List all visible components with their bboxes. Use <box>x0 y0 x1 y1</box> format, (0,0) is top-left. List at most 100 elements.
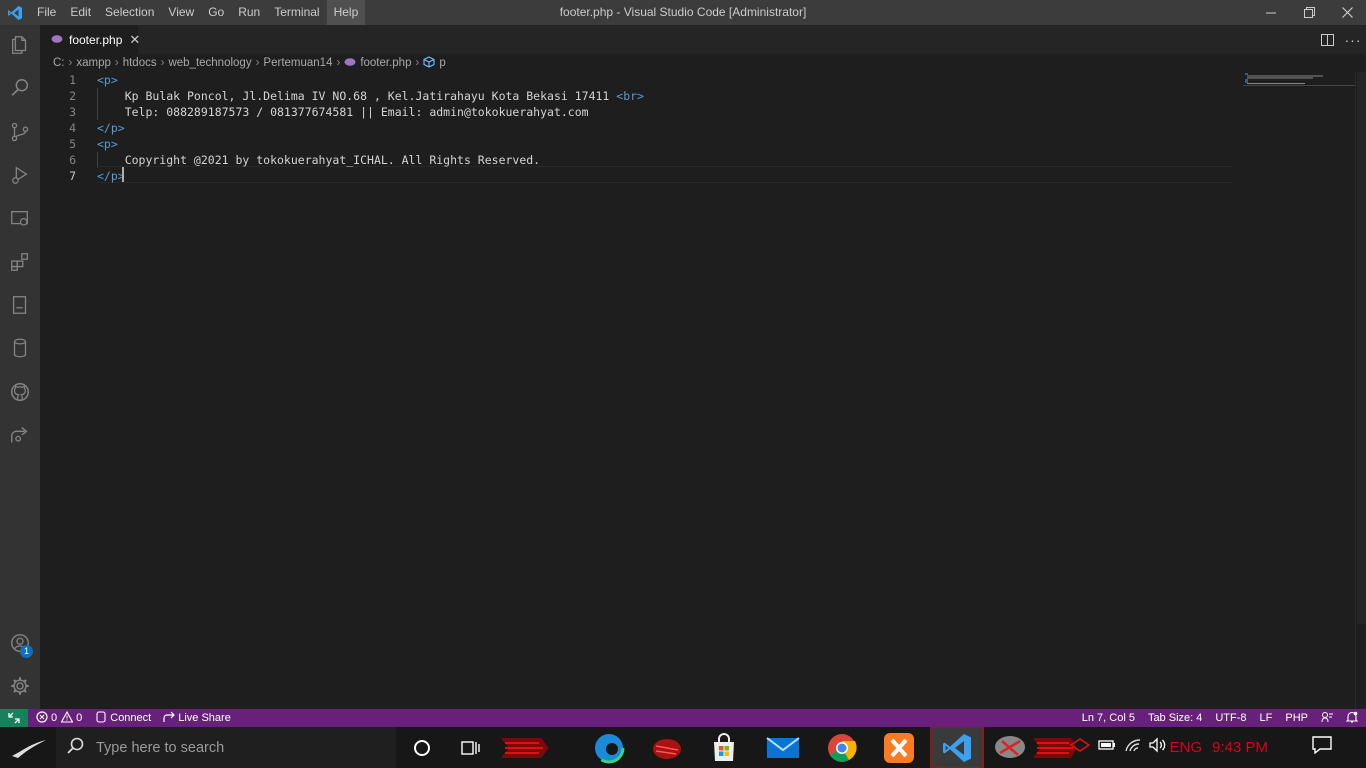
menu-item-edit[interactable]: Edit <box>63 0 98 25</box>
snipping-tool-icon[interactable] <box>987 727 1033 768</box>
error-count: 0 <box>51 712 58 724</box>
tab-size[interactable]: Tab Size: 4 <box>1148 712 1202 724</box>
source-control-icon[interactable] <box>0 112 40 152</box>
breadcrumb-item[interactable]: p <box>439 57 445 69</box>
chrome-browser-icon[interactable] <box>820 727 864 768</box>
breadcrumb: C: › xampp › htdocs › web_technology › Pertemuan… <box>40 54 1366 72</box>
run-debug-icon[interactable] <box>0 155 40 195</box>
edge-browser-icon[interactable] <box>587 727 631 768</box>
book-icon[interactable] <box>0 285 40 325</box>
xampp-icon[interactable] <box>877 727 921 768</box>
cursor-position[interactable]: Ln 7, Col 5 <box>1082 712 1135 724</box>
remote-explorer-icon[interactable] <box>0 199 40 239</box>
search-icon[interactable] <box>0 68 40 108</box>
volume-icon[interactable] <box>1148 737 1166 758</box>
live-share-icon[interactable] <box>0 415 40 455</box>
code-line[interactable]: <p> <box>97 72 118 88</box>
split-editor-icon[interactable] <box>1314 33 1340 46</box>
minimize-icon[interactable] <box>1252 0 1290 25</box>
rog-tray-icon[interactable] <box>1069 737 1091 758</box>
breadcrumb-item[interactable]: xampp <box>76 57 111 69</box>
accounts-icon[interactable]: 1 <box>0 623 40 663</box>
database-icon[interactable] <box>0 328 40 368</box>
code-line[interactable]: Kp Bulak Poncol, Jl.Delima IV NO.68 , Ke… <box>97 88 644 104</box>
action-center-icon[interactable] <box>1312 736 1332 759</box>
feedback-icon[interactable] <box>1321 711 1333 726</box>
breadcrumb-item[interactable]: htdocs <box>123 57 157 69</box>
menu-item-selection[interactable]: Selection <box>98 0 161 25</box>
menu-item-file[interactable]: File <box>30 0 63 25</box>
taskbar-search-box[interactable]: Type here to search <box>56 727 396 768</box>
more-actions-icon[interactable]: ··· <box>1340 32 1366 48</box>
wifi-icon[interactable] <box>1124 737 1142 758</box>
breadcrumb-item[interactable]: web_technology <box>168 57 251 69</box>
code-line[interactable]: Copyright @2021 by tokokuerahyat_ICHAL. … <box>97 152 540 168</box>
code-line[interactable]: <p> <box>97 136 118 152</box>
line-number: 6 <box>69 153 76 167</box>
minimap[interactable] <box>1243 72 1355 92</box>
code-line[interactable]: </p> <box>97 120 125 136</box>
breadcrumb-item[interactable]: Pertemuan14 <box>263 57 332 69</box>
input-language[interactable]: ENG <box>1170 739 1203 756</box>
encoding[interactable]: UTF-8 <box>1215 712 1246 724</box>
restore-icon[interactable] <box>1290 0 1328 25</box>
cortana-icon[interactable] <box>405 727 439 768</box>
clock[interactable]: 9:43 PM <box>1212 739 1268 756</box>
editor[interactable]: 1 2 3 4 5 6 7 <p> Kp Bulak Poncol, Jl.Delima I… <box>40 72 1356 709</box>
language-mode[interactable]: PHP <box>1285 712 1308 724</box>
warning-count: 0 <box>76 712 83 724</box>
menu-item-view[interactable]: View <box>161 0 201 25</box>
vertical-scrollbar[interactable] <box>1355 72 1366 709</box>
remote-indicator-icon[interactable] <box>0 709 28 727</box>
extensions-icon[interactable] <box>0 242 40 282</box>
text-token: Telp: 088289187573 / 081377674581 || Ema… <box>97 105 589 119</box>
problems-indicator[interactable]: 0 0 <box>36 710 83 726</box>
mail-icon[interactable] <box>761 727 805 768</box>
notifications-icon[interactable] <box>1345 711 1359 726</box>
connect-label: Connect <box>110 712 152 724</box>
search-magnifier-icon <box>66 737 84 759</box>
line-number: 1 <box>69 73 76 87</box>
menu-item-go[interactable]: Go <box>201 0 231 25</box>
connect-button[interactable]: Connect <box>96 710 152 726</box>
breadcrumb-separator: › <box>68 57 73 69</box>
breadcrumb-separator: › <box>336 57 341 69</box>
code-line[interactable]: </p> <box>97 168 125 184</box>
vscode-taskbar-icon[interactable] <box>930 727 984 768</box>
live-share-button[interactable]: Live Share <box>163 711 231 726</box>
vscode-logo-icon <box>0 0 30 25</box>
error-icon <box>36 710 48 726</box>
code-line[interactable]: Telp: 088289187573 / 081377674581 || Ema… <box>97 104 589 120</box>
close-tab-icon[interactable]: ✕ <box>129 32 140 48</box>
explorer-icon[interactable] <box>0 25 40 65</box>
tab-footer-php[interactable]: footer.php ✕ <box>40 25 140 54</box>
tab-label: footer.php <box>69 32 123 47</box>
microsoft-store-icon[interactable] <box>702 727 746 768</box>
html-tag-token: <br> <box>616 89 644 103</box>
breadcrumb-item[interactable]: C: <box>53 57 65 69</box>
end-of-line[interactable]: LF <box>1260 712 1273 724</box>
breadcrumb-item[interactable]: footer.php <box>360 57 411 69</box>
battery-icon[interactable] <box>1097 738 1116 757</box>
php-file-icon <box>344 57 360 70</box>
task-view-icon[interactable] <box>453 727 487 768</box>
symbol-element-icon <box>423 55 439 71</box>
html-tag-token: <p> <box>97 73 118 87</box>
line-number: 5 <box>69 137 76 151</box>
php-file-icon <box>51 33 63 47</box>
live-share-label: Live Share <box>178 712 231 724</box>
settings-gear-icon[interactable] <box>0 666 40 706</box>
start-button[interactable] <box>0 727 56 768</box>
menu-item-run[interactable]: Run <box>231 0 267 25</box>
line-number: 7 <box>69 169 76 183</box>
github-icon[interactable] <box>0 372 40 412</box>
tab-bar: footer.php ✕ ··· <box>40 25 1366 54</box>
armoury-crate-icon[interactable] <box>643 727 691 768</box>
close-window-icon[interactable] <box>1328 0 1366 25</box>
menu-item-terminal[interactable]: Terminal <box>267 0 326 25</box>
rog-app-icon[interactable] <box>495 727 555 768</box>
html-tag-token: </p> <box>97 121 125 135</box>
html-tag-token: <p> <box>97 137 118 151</box>
activity-bar: 1 <box>0 25 40 709</box>
menu-item-help[interactable]: Help <box>326 0 366 25</box>
